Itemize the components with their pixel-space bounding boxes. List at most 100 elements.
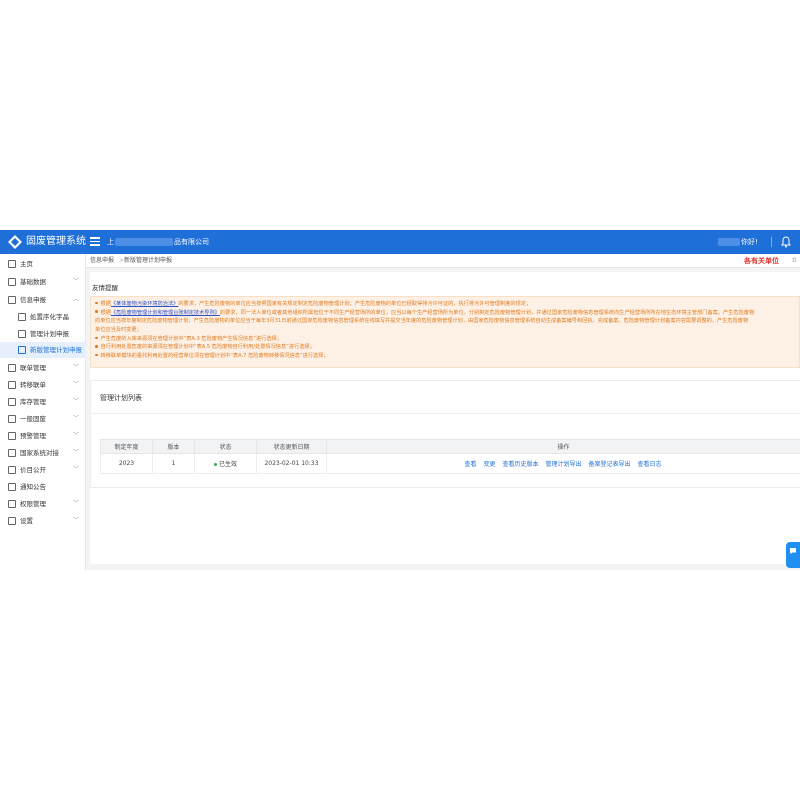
notice-line: 产生危废的入库来源须在管理计划中“表A.3 危险废物产生情况信息”进行选择； bbox=[95, 335, 795, 344]
notice-text: 自行利用处置危废的来源须在管理计划中“表A.5 危险废物自行利用/处置情况信息”… bbox=[100, 344, 315, 351]
table-row: 2023 1 已生效 2023-02-01 10:33 查看 变更 查看历史版本 管理… bbox=[100, 453, 800, 474]
transfer-icon bbox=[8, 381, 16, 389]
bell-icon[interactable] bbox=[781, 236, 791, 248]
notice-text: 产生危废的入库来源须在管理计划中“表A.3 危险废物产生情况信息”进行选择； bbox=[100, 335, 282, 342]
history-versions-link[interactable]: 查看历史版本 bbox=[502, 461, 538, 468]
sidebar-item-label: 基础数据 bbox=[20, 278, 46, 286]
sidebar-item-info-report[interactable]: 信息申报 ︿ bbox=[0, 292, 86, 308]
sidebar-item-label: 预警管理 bbox=[20, 432, 46, 440]
notice-box: 根据《某体废物污染环境防治法》的要求，产生危险废物的单位应当按照国家有关规定制定… bbox=[90, 296, 800, 368]
column-header: 版本 bbox=[152, 439, 195, 454]
guideline-link[interactable]: 《危险废物管理计划和管理台账制定技术导则》 bbox=[111, 310, 220, 316]
sidebar-item-label: 权限管理 bbox=[20, 500, 46, 508]
cell-updated: 2023-02-01 10:33 bbox=[256, 453, 327, 474]
view-log-link[interactable]: 查看日志 bbox=[638, 461, 662, 468]
sidebar-item-home[interactable]: 主页 bbox=[0, 256, 86, 272]
app-window: 固废管理系统 上 品有限公司 你好! 主页 基础数据 ﹀ 信息申报 ︿ 処置序化字晶 … bbox=[0, 230, 800, 570]
sidebar-item-warning[interactable]: 预警管理 ﹀ bbox=[0, 428, 86, 444]
top-bar: 固废管理系统 上 品有限公司 你好! bbox=[0, 230, 800, 254]
chat-widget-button[interactable] bbox=[786, 542, 800, 568]
bullet-dot bbox=[95, 336, 98, 339]
price-icon bbox=[8, 466, 16, 474]
chevron-down-icon: ﹀ bbox=[73, 432, 80, 439]
sidebar-item-permissions[interactable]: 权限管理 ﹀ bbox=[0, 496, 86, 512]
company-prefix: 上 bbox=[107, 238, 114, 246]
notice-text: 的单位应当按年度制定危险废物管理计划；产生危险废物的单位应当于每年3月31日前通… bbox=[95, 318, 749, 325]
breadcrumb-item: 新版管理计划申报 bbox=[124, 257, 173, 264]
sidebar-item-manifest[interactable]: 联单管理 ﹀ bbox=[0, 360, 86, 376]
grid-icon bbox=[8, 278, 16, 286]
layers-icon bbox=[8, 415, 16, 423]
sidebar-item-label: 主页 bbox=[20, 260, 33, 268]
sidebar: 主页 基础数据 ﹀ 信息申报 ︿ 処置序化字晶 管理计划申报 新版管理计划申报 联单… bbox=[0, 254, 86, 570]
company-name-redaction bbox=[115, 238, 173, 246]
sidebar-item-disposal[interactable]: 処置序化字晶 bbox=[0, 309, 86, 325]
sidebar-item-label: 信息申报 bbox=[20, 296, 46, 304]
notice-text: 单位应当及时变更； bbox=[95, 327, 142, 334]
sidebar-item-general-waste[interactable]: 一般固废 ﹀ bbox=[0, 411, 86, 427]
sidebar-item-basic-data[interactable]: 基础数据 ﹀ bbox=[0, 274, 86, 290]
gear-icon bbox=[8, 517, 16, 525]
sidebar-item-inventory[interactable]: 库存管理 ﹀ bbox=[0, 394, 86, 410]
doc-icon bbox=[8, 296, 16, 304]
sidebar-item-announcements[interactable]: 通知公告 bbox=[0, 479, 86, 495]
main-content: 友情提醒 根据《某体废物污染环境防治法》的要求，产生危险废物的单位应当按照国家有… bbox=[90, 272, 800, 564]
more-label[interactable]: ℬ bbox=[792, 254, 797, 268]
export-plan-link[interactable]: 管理计划导出 bbox=[546, 461, 582, 468]
unit-label: 各有关单位 bbox=[744, 257, 779, 265]
notice-text: 的要求，产生危险废物的单位应当按照国家有关规定制定危险废物管理计划；产生危险废物… bbox=[178, 301, 532, 307]
box-icon bbox=[8, 398, 16, 406]
sidebar-item-label: 一般固废 bbox=[20, 415, 46, 423]
bullet-dot bbox=[95, 301, 98, 305]
top-bar-divider bbox=[771, 237, 772, 247]
sidebar-item-price[interactable]: 价目公开 ﹀ bbox=[0, 462, 86, 478]
sidebar-item-label: 设置 bbox=[20, 517, 33, 525]
sidebar-item-new-plan-report[interactable]: 新版管理计划申报 bbox=[0, 342, 86, 358]
breadcrumb-item[interactable]: 信息申报 bbox=[90, 254, 114, 268]
alert-icon bbox=[8, 432, 16, 440]
cell-year: 2023 bbox=[100, 453, 153, 474]
sidebar-item-label: 联单管理 bbox=[20, 364, 46, 372]
breadcrumb: 信息申报 > 新版管理计划申报 各有关单位 ℬ bbox=[86, 254, 800, 268]
sidebar-item-label: 新版管理计划申报 bbox=[30, 346, 82, 354]
sidebar-item-settings[interactable]: 设置 ﹀ bbox=[0, 513, 86, 529]
notice-line: 自行利用处置危废的来源须在管理计划中“表A.5 危险废物自行利用/处置情况信息”… bbox=[95, 343, 795, 352]
notice-line: 转移联单模块的委托利用处置的经营单位须在管理计划中“表A.7 危险废物转移情况信… bbox=[95, 352, 795, 361]
sidebar-item-label: 処置序化字晶 bbox=[30, 313, 69, 321]
sidebar-item-national-system[interactable]: 国家系统对接 ﹀ bbox=[0, 445, 86, 461]
column-header: 状态更新日期 bbox=[256, 439, 327, 454]
clipboard-icon bbox=[18, 330, 26, 338]
notice-text: 的要求，同一法人单位或者其他组织所属但位于不同生产经营场所的单位，应当以每个生产… bbox=[219, 309, 755, 316]
chevron-down-icon: ﹀ bbox=[73, 278, 80, 285]
view-link[interactable]: 查看 bbox=[464, 461, 476, 468]
user-greeting[interactable]: 你好! bbox=[741, 237, 758, 247]
change-link[interactable]: 变更 bbox=[483, 461, 495, 468]
screenshot-canvas: 固废管理系统 上 品有限公司 你好! 主页 基础数据 ﹀ 信息申报 ︿ 処置序化字晶 … bbox=[0, 0, 800, 800]
home-icon bbox=[8, 260, 16, 268]
status-dot bbox=[213, 463, 217, 466]
column-header: 操作 bbox=[326, 439, 800, 454]
menu-toggle-icon[interactable] bbox=[90, 235, 100, 247]
law-link[interactable]: 《某体废物污染环境防治法》 bbox=[111, 301, 178, 307]
company-suffix: 品有限公司 bbox=[174, 238, 209, 246]
sidebar-item-label: 管理计划申报 bbox=[30, 330, 69, 338]
doc-edit-icon bbox=[18, 346, 26, 354]
plan-list-panel: 管理计划列表 制定年度 版本 状态 状态更新日期 操作 2023 1 已生效 2… bbox=[90, 380, 800, 488]
notice-line: 的单位应当按年度制定危险废物管理计划；产生危险废物的单位应当于每年3月31日前通… bbox=[95, 317, 795, 326]
sidebar-item-plan-report[interactable]: 管理计划申报 bbox=[0, 326, 86, 342]
sidebar-item-label: 库存管理 bbox=[20, 398, 46, 406]
notice-line: 单位应当及时变更； bbox=[95, 326, 795, 335]
chevron-down-icon: ﹀ bbox=[73, 466, 80, 473]
list-icon bbox=[8, 364, 16, 372]
bullet-dot bbox=[95, 310, 98, 313]
notice-text: 根据 bbox=[100, 301, 111, 307]
status-badge: 已生效 bbox=[218, 461, 237, 468]
bell-icon bbox=[8, 483, 16, 491]
export-registration-link[interactable]: 备案登记表导出 bbox=[589, 461, 631, 468]
cell-version: 1 bbox=[152, 453, 195, 474]
notice-title: 友情提醒 bbox=[92, 284, 118, 292]
chevron-down-icon: ﹀ bbox=[73, 500, 80, 507]
sidebar-item-transfer[interactable]: 转移联单 ﹀ bbox=[0, 377, 86, 393]
chevron-down-icon: ﹀ bbox=[73, 517, 80, 524]
file-icon bbox=[18, 313, 26, 321]
